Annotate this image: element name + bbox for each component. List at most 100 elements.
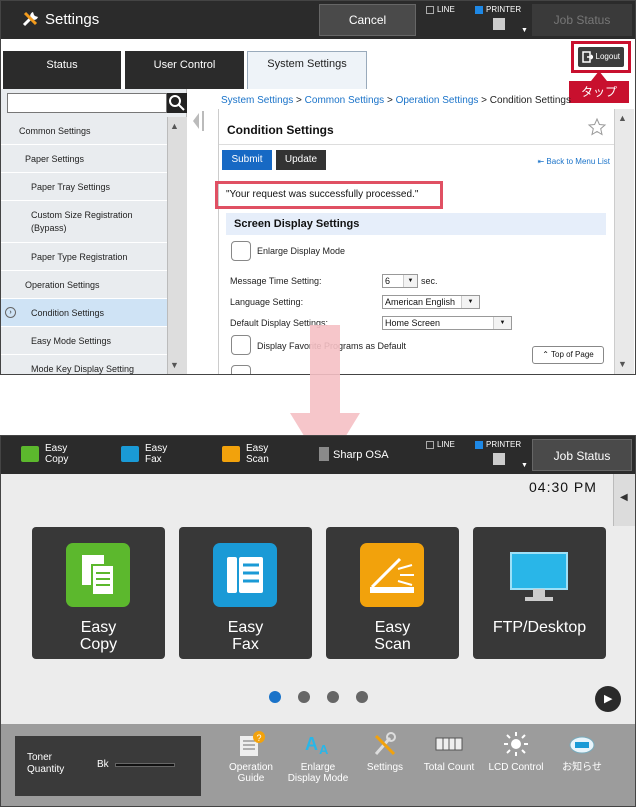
svg-text:?: ? (257, 733, 262, 743)
logout-button[interactable]: Logout (578, 47, 624, 67)
job-status-button[interactable]: Job Status (532, 4, 632, 36)
shortcut-enlarge-display[interactable]: A A Enlarge Display Mode (285, 730, 351, 784)
breadcrumb-common-settings[interactable]: Common Settings (305, 95, 384, 106)
cancel-button[interactable]: Cancel (319, 4, 416, 36)
line-indicator: LINE (426, 440, 455, 449)
svg-text:A: A (319, 742, 329, 757)
printer-icon (493, 453, 505, 465)
tile-easy-copy[interactable]: Easy Copy (32, 527, 165, 659)
page-dot[interactable] (327, 691, 339, 703)
dropdown-caret-icon: ▼ (403, 275, 417, 287)
scroll-down-icon[interactable]: ▼ (618, 359, 627, 369)
back-to-menu-link[interactable]: ⇤ Back to Menu List (537, 157, 610, 166)
scroll-up-icon[interactable]: ▲ (618, 113, 627, 123)
tab-system-settings[interactable]: System Settings (247, 51, 367, 89)
selected-chevron-icon: › (5, 307, 16, 318)
display-favorites-checkbox[interactable] (231, 335, 251, 355)
tile-easy-scan[interactable]: Easy Scan (326, 527, 459, 659)
tile-label: Easy Fax (227, 619, 264, 653)
search-button[interactable] (167, 93, 187, 113)
tab-user-control[interactable]: User Control (125, 51, 244, 89)
sidebar-item-condition-settings[interactable]: › Condition Settings (1, 299, 167, 327)
shortcut-notice[interactable]: お知らせ (549, 730, 615, 773)
quick-easy-fax[interactable]: Easy Fax (121, 443, 179, 465)
sharp-osa-button[interactable]: Sharp OSA (333, 449, 389, 461)
message-time-label: Message Time Setting: (230, 276, 322, 286)
toner-color-label: Bk (97, 759, 109, 770)
line-indicator: LINE (426, 5, 455, 14)
sidebar-item-easy-mode[interactable]: Easy Mode Settings (1, 327, 167, 355)
update-button[interactable]: Update (276, 150, 326, 170)
logout-highlight: Logout (571, 41, 631, 73)
monitor-icon (510, 552, 568, 601)
caret-down-icon: ▼ (521, 462, 528, 469)
quick-easy-copy[interactable]: Easy Copy (21, 443, 85, 465)
search-input[interactable] (7, 93, 167, 113)
home-screenshot: Easy Copy Easy Fax Easy Scan Sharp OSA L… (0, 435, 636, 807)
main-scrollbar[interactable]: ▲ ▼ (614, 109, 634, 374)
sidebar-item-paper-settings[interactable]: Paper Settings (1, 145, 167, 173)
tab-status[interactable]: Status (3, 51, 121, 89)
wrench-screwdriver-icon (22, 11, 38, 27)
shortcut-settings[interactable]: Settings (352, 730, 418, 773)
copy-icon (66, 543, 130, 607)
next-page-button[interactable]: ▶ (595, 686, 621, 712)
sidebar-item-mode-key[interactable]: Mode Key Display Setting (1, 355, 167, 374)
tap-callout: タップ (569, 81, 629, 103)
enlarge-display-label: Enlarge Display Mode (257, 246, 346, 256)
page-dot[interactable] (298, 691, 310, 703)
scan-icon (222, 446, 240, 462)
language-select[interactable]: American English ▼ (382, 295, 480, 309)
breadcrumb-operation-settings[interactable]: Operation Settings (396, 95, 479, 106)
submit-button[interactable]: Submit (222, 150, 272, 170)
sidebar-item-paper-type[interactable]: Paper Type Registration (1, 243, 167, 271)
shortcut-total-count[interactable]: Total Count (416, 730, 482, 773)
scan-icon (360, 543, 424, 607)
quick-easy-scan[interactable]: Easy Scan (222, 443, 282, 465)
language-label: Language Setting: (230, 297, 304, 307)
shortcut-operation-guide[interactable]: ? Operation Guide (218, 730, 284, 784)
home-top-bar: Easy Copy Easy Fax Easy Scan Sharp OSA L… (1, 436, 635, 474)
shortcut-lcd-control[interactable]: LCD Control (483, 730, 549, 773)
seconds-unit: sec. (421, 276, 438, 286)
copy-icon (21, 446, 39, 462)
tile-easy-fax[interactable]: Easy Fax (179, 527, 312, 659)
printer-icon (493, 18, 505, 30)
scroll-up-icon[interactable]: ▲ (170, 121, 179, 131)
settings-screenshot: Settings Cancel LINE PRINTER ▼ Job Statu… (0, 0, 636, 375)
settings-icon (374, 732, 396, 756)
page-title: Condition Settings (219, 109, 615, 145)
scroll-down-icon[interactable]: ▼ (170, 360, 179, 370)
osa-icon (319, 447, 329, 461)
dropdown-caret-icon: ▼ (461, 296, 479, 308)
section-heading: Screen Display Settings (226, 213, 606, 235)
collapse-sidebar-icon[interactable] (189, 101, 207, 141)
tab-row: Status User Control System Settings (1, 39, 635, 89)
sidebar-item-common-settings[interactable]: Common Settings (1, 117, 167, 145)
breadcrumb-system-settings[interactable]: System Settings (221, 95, 293, 106)
play-icon: ▶ (604, 693, 613, 705)
next-checkbox[interactable] (231, 365, 251, 374)
page-dot[interactable] (269, 691, 281, 703)
sidebar-scrollbar[interactable]: ▲ ▼ (167, 117, 187, 374)
success-message: "Your request was successfully processed… (215, 181, 443, 209)
top-of-page-button[interactable]: ⌃ Top of Page (532, 346, 604, 364)
main-panel: Condition Settings Submit Update ⇤ Back … (215, 109, 615, 374)
enlarge-display-checkbox[interactable] (231, 241, 251, 261)
favorite-star-icon[interactable] (587, 117, 607, 137)
toner-gauge (115, 763, 175, 767)
sidebar-item-paper-tray[interactable]: Paper Tray Settings (1, 173, 167, 201)
enlarge-display-icon: A A (305, 734, 329, 757)
caret-down-icon: ▼ (521, 27, 528, 34)
logout-icon (582, 51, 593, 63)
message-time-select[interactable]: 6 ▼ (382, 274, 418, 288)
sidebar-item-custom-size[interactable]: Custom Size Registration (Bypass) (1, 201, 167, 243)
job-status-button[interactable]: Job Status (532, 439, 632, 471)
page-dot[interactable] (356, 691, 368, 703)
sidebar-item-operation-settings[interactable]: Operation Settings (1, 271, 167, 299)
tile-ftp-desktop[interactable]: FTP/Desktop (473, 527, 606, 659)
tile-label: FTP/Desktop (492, 619, 587, 636)
search-icon (169, 95, 185, 111)
default-display-select[interactable]: Home Screen ▼ (382, 316, 512, 330)
side-panel-tab[interactable]: ◀ (613, 474, 635, 526)
